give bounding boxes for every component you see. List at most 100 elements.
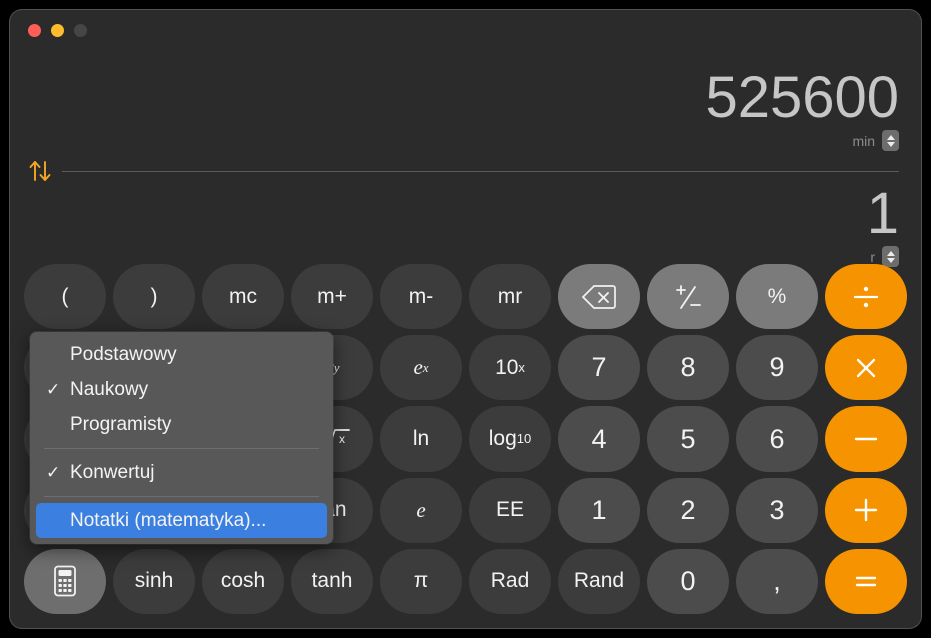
- menu-item-label: Konwertuj: [70, 461, 155, 483]
- menu-item-notatki-matematyka[interactable]: Notatki (matematyka)...: [36, 503, 327, 538]
- stepper-up-icon: [886, 250, 895, 256]
- key-label: 2: [680, 494, 696, 525]
- key-label: 0: [680, 565, 696, 596]
- key-rad[interactable]: Rad: [469, 548, 551, 615]
- key-cosh[interactable]: cosh: [202, 548, 284, 615]
- key-2[interactable]: 2: [647, 477, 729, 543]
- key-0[interactable]: 0: [647, 548, 729, 615]
- key-[interactable]: ,: [736, 548, 818, 615]
- key-plus-minus[interactable]: [647, 264, 729, 330]
- key-equals[interactable]: [825, 548, 907, 615]
- key-minus[interactable]: [825, 406, 907, 472]
- key-label: (: [61, 284, 69, 308]
- key-[interactable]: %: [736, 264, 818, 330]
- plus-icon: [851, 495, 881, 525]
- equals-icon: [851, 569, 881, 593]
- key-m[interactable]: m+: [291, 264, 373, 330]
- key-label: 4: [591, 423, 607, 454]
- key-label: mr: [497, 284, 523, 308]
- key-base: log: [488, 427, 517, 450]
- menu-item-programisty[interactable]: Programisty: [36, 407, 327, 442]
- menu-item-naukowy[interactable]: ✓ Naukowy: [36, 372, 327, 407]
- key-ln[interactable]: ln: [380, 406, 462, 472]
- key-m[interactable]: m-: [380, 264, 462, 330]
- checkmark-icon: ✓: [46, 379, 61, 399]
- key-6[interactable]: 6: [736, 406, 818, 472]
- keypad-row: sinh cosh tanh π Rad Rand 0,: [24, 548, 907, 615]
- swap-vertical-arrows-icon[interactable]: [28, 159, 54, 183]
- key-[interactable]: π: [380, 548, 462, 615]
- key-e[interactable]: e: [380, 477, 462, 543]
- zoom-button: [74, 24, 87, 37]
- primary-unit-label: min: [852, 132, 875, 149]
- key-[interactable]: (: [24, 264, 106, 330]
- key-base: 10: [495, 355, 519, 379]
- key-base: e: [413, 355, 423, 380]
- secondary-result-row: 1 r: [867, 184, 899, 267]
- checkmark-icon: ✓: [46, 462, 61, 482]
- key-[interactable]: ): [113, 264, 195, 330]
- primary-unit-stepper[interactable]: [882, 130, 899, 151]
- key-mr[interactable]: mr: [469, 264, 551, 330]
- key-label: EE: [495, 498, 524, 522]
- svg-text:x: x: [339, 432, 345, 446]
- key-plus[interactable]: [825, 477, 907, 543]
- key-multiply[interactable]: [825, 335, 907, 401]
- key-label: %: [767, 284, 787, 308]
- key-rand[interactable]: Rand: [558, 548, 640, 615]
- key-4[interactable]: 4: [558, 406, 640, 472]
- stepper-up-icon: [886, 134, 895, 140]
- display-area: 525600 min 1 r: [10, 44, 921, 267]
- menu-item-label: Programisty: [70, 413, 172, 435]
- key-label: mc: [229, 284, 257, 308]
- key-tanh[interactable]: tanh: [291, 548, 373, 615]
- primary-result-row: 525600 min: [705, 68, 899, 151]
- minimize-button[interactable]: [51, 24, 64, 37]
- key-3[interactable]: 3: [736, 477, 818, 543]
- key-calculator[interactable]: [24, 548, 106, 615]
- menu-item-label: Naukowy: [70, 378, 149, 400]
- key-ex[interactable]: ex: [380, 335, 462, 401]
- key-mc[interactable]: mc: [202, 264, 284, 330]
- key-10x[interactable]: 10 x: [469, 335, 551, 401]
- key-label: 8: [680, 352, 696, 383]
- key-ee[interactable]: EE: [469, 477, 551, 543]
- unit-swap-row: [28, 156, 899, 186]
- key-label: m-: [408, 284, 434, 308]
- key-label: 1: [591, 494, 607, 525]
- close-button[interactable]: [28, 24, 41, 37]
- key-label: 5: [680, 423, 696, 454]
- key-sinh[interactable]: sinh: [113, 548, 195, 615]
- key-label: ln: [412, 427, 430, 450]
- key-8[interactable]: 8: [647, 335, 729, 401]
- view-mode-menu[interactable]: Podstawowy ✓ Naukowy Programisty ✓ Konwertuj N…: [30, 332, 333, 544]
- secondary-value: 1: [866, 181, 899, 246]
- primary-unit-row: min: [705, 130, 899, 151]
- menu-item-podstawowy[interactable]: Podstawowy: [36, 337, 327, 372]
- menu-item-label: Podstawowy: [70, 343, 177, 365]
- calculator-window: 525600 min 1 r () mc m+ m- mr % y e x 1…: [10, 10, 921, 628]
- stepper-down-icon: [886, 141, 895, 147]
- key-label: Rand: [573, 569, 625, 593]
- keypad-row: () mc m+ m-mr%: [24, 264, 907, 330]
- key-log10[interactable]: log 10: [469, 406, 551, 472]
- key-label: tanh: [311, 569, 353, 593]
- minus-icon: [851, 425, 881, 453]
- key-7[interactable]: 7: [558, 335, 640, 401]
- key-label: e: [416, 497, 426, 522]
- key-label: π: [413, 569, 429, 593]
- key-label: cosh: [220, 569, 266, 593]
- key-5[interactable]: 5: [647, 406, 729, 472]
- key-1[interactable]: 1: [558, 477, 640, 543]
- key-backspace[interactable]: [558, 264, 640, 330]
- key-label: m+: [317, 284, 347, 308]
- primary-value: 525600: [705, 65, 899, 130]
- key-label: 9: [769, 352, 785, 383]
- menu-item-konwertuj[interactable]: ✓ Konwertuj: [36, 455, 327, 490]
- key-divide[interactable]: [825, 264, 907, 330]
- key-label: ): [150, 284, 158, 308]
- backspace-icon: [582, 284, 616, 310]
- key-9[interactable]: 9: [736, 335, 818, 401]
- menu-separator: [44, 496, 319, 497]
- menu-item-label: Notatki (matematyka)...: [70, 509, 267, 531]
